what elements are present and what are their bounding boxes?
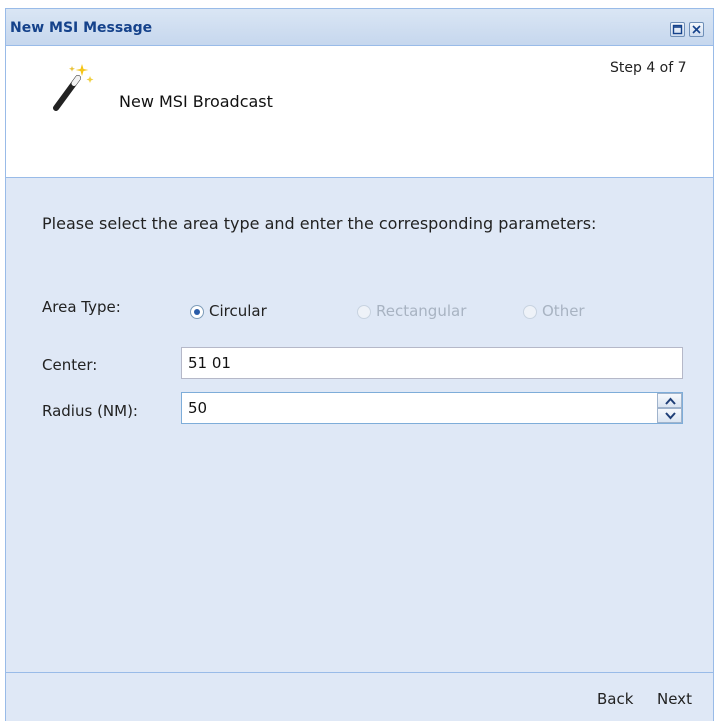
center-label: Center:: [42, 356, 98, 374]
magic-wand-icon: [48, 58, 96, 118]
radio-unselected-icon: [523, 305, 537, 319]
radius-field[interactable]: [181, 392, 683, 424]
window-title: New MSI Message: [10, 20, 153, 36]
wizard-header: [6, 46, 713, 178]
radio-label-other: Other: [542, 302, 585, 320]
area-type-label: Area Type:: [42, 298, 121, 316]
step-indicator: Step 4 of 7: [610, 60, 687, 76]
radius-spinner[interactable]: [657, 393, 682, 423]
radio-label-rectangular: Rectangular: [376, 302, 467, 320]
radius-label: Radius (NM):: [42, 402, 138, 420]
center-field[interactable]: [181, 347, 683, 379]
radio-unselected-icon: [357, 305, 371, 319]
window-titlebar[interactable]: New MSI Message: [6, 9, 713, 46]
spin-down-icon[interactable]: [657, 408, 682, 423]
wizard-title: New MSI Broadcast: [119, 92, 273, 111]
instructions-text: Please select the area type and enter th…: [42, 214, 597, 233]
radio-selected-icon[interactable]: [190, 305, 204, 319]
close-icon[interactable]: [689, 22, 704, 37]
radio-label-circular[interactable]: Circular: [209, 302, 267, 320]
spin-up-icon[interactable]: [657, 393, 682, 408]
maximize-icon[interactable]: [670, 22, 685, 37]
